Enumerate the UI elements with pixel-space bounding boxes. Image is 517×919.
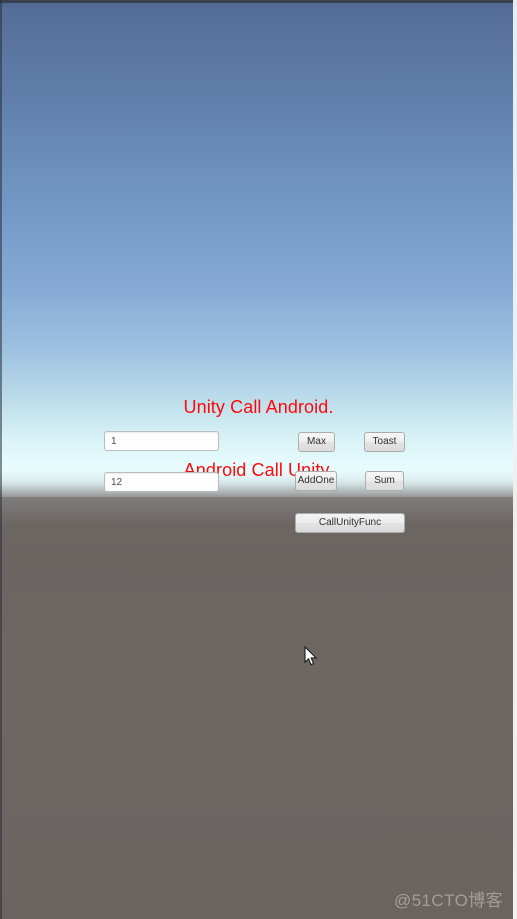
toast-button[interactable]: Toast: [364, 432, 405, 452]
sum-button[interactable]: Sum: [365, 471, 404, 491]
page-title: Unity Call Android. Android Call Unity.: [0, 355, 517, 523]
window-top-border: [0, 0, 517, 3]
value-field-b[interactable]: [104, 472, 219, 492]
call-unity-func-button[interactable]: CallUnityFunc: [295, 513, 405, 533]
value-field-a[interactable]: [104, 431, 219, 451]
title-line-2: Android Call Unity.: [183, 460, 334, 480]
addone-button[interactable]: AddOne: [295, 471, 337, 491]
title-line-1: Unity Call Android.: [183, 397, 334, 417]
watermark: @51CTO博客: [394, 891, 503, 910]
scene-ground: [0, 497, 517, 919]
unity-android-app-screen: Unity Call Android. Android Call Unity. …: [0, 0, 517, 919]
max-button[interactable]: Max: [298, 432, 335, 452]
